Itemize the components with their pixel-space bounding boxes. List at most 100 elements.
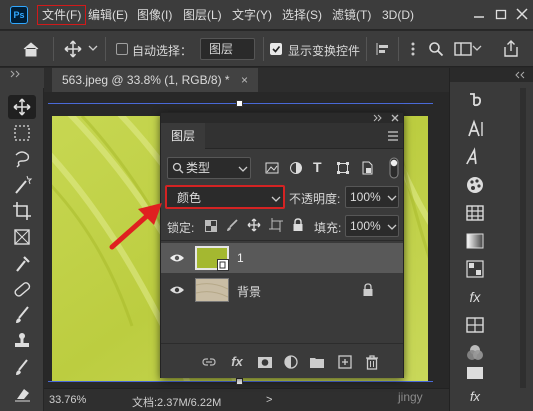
history-brush-tool[interactable]	[8, 355, 36, 379]
move-tool-icon[interactable]	[64, 40, 82, 58]
transform-handle-top[interactable]	[236, 100, 243, 107]
chevron-down-icon	[238, 166, 248, 172]
right-panel-strip: fx fx	[449, 68, 533, 411]
opacity-input[interactable]: 100%	[345, 186, 399, 208]
filter-adjustment-icon[interactable]	[289, 161, 303, 175]
filter-toggle[interactable]	[389, 157, 399, 179]
close-window-icon[interactable]	[515, 7, 529, 21]
transform-handle-bottom[interactable]	[236, 378, 243, 385]
eye-icon[interactable]	[169, 284, 185, 296]
share-icon[interactable]	[503, 40, 519, 58]
home-icon[interactable]	[22, 41, 40, 57]
filter-shape-icon[interactable]	[336, 161, 350, 175]
menu-image[interactable]: 图像(I)	[133, 5, 176, 25]
frame-tool[interactable]	[8, 225, 36, 249]
delete-layer-icon[interactable]	[364, 354, 380, 370]
patterns-icon[interactable]	[464, 258, 486, 280]
eye-icon[interactable]	[169, 252, 185, 264]
layer-name: 背景	[237, 285, 262, 299]
menu-layer[interactable]: 图层(L)	[179, 5, 226, 25]
adjustments-grid-icon[interactable]	[464, 314, 486, 336]
layer-thumbnail	[195, 278, 229, 302]
gradients-icon[interactable]	[464, 230, 486, 252]
marquee-tool[interactable]	[8, 121, 36, 145]
magic-wand-tool[interactable]	[8, 173, 36, 197]
eraser-tool[interactable]	[8, 381, 36, 405]
filter-pixel-icon[interactable]	[265, 161, 279, 175]
layer-name: 1	[237, 251, 244, 265]
menu-3d[interactable]: 3D(D)	[378, 5, 418, 25]
restore-icon[interactable]	[494, 7, 508, 21]
layer-filter-dropdown[interactable]: 类型	[167, 157, 251, 179]
crop-tool[interactable]	[8, 199, 36, 223]
brush-tool[interactable]	[8, 303, 36, 327]
menu-type[interactable]: 文字(Y)	[228, 5, 276, 25]
eyedropper-tool[interactable]	[8, 251, 36, 275]
fill-input[interactable]: 100%	[345, 215, 399, 237]
filter-smart-object-icon[interactable]	[360, 161, 374, 175]
chevron-down-icon	[271, 196, 281, 202]
layer-row-1[interactable]: 1	[161, 243, 403, 273]
close-tab-icon[interactable]: ×	[241, 73, 248, 87]
lock-artboard-icon[interactable]	[269, 218, 283, 232]
panel-scrollbar[interactable]	[520, 88, 526, 388]
search-icon[interactable]	[428, 41, 444, 57]
menu-file[interactable]: 文件(F)	[37, 5, 87, 25]
auto-select-target-dropdown[interactable]: 图层	[200, 38, 255, 60]
document-tab-title: 563.jpeg @ 33.8% (1, RGB/8) *	[62, 73, 230, 87]
auto-select-checkbox[interactable]	[116, 43, 128, 55]
link-layers-icon[interactable]	[201, 354, 217, 370]
collapse-toolbar-icon[interactable]	[10, 70, 22, 78]
new-layer-icon[interactable]	[337, 354, 353, 370]
add-mask-icon[interactable]	[257, 354, 273, 370]
lock-label: 锁定:	[167, 221, 195, 235]
collapse-panel-icon[interactable]	[373, 114, 383, 122]
lock-pixels-icon[interactable]	[225, 218, 239, 232]
auto-select-label: 自动选择：	[132, 44, 193, 58]
chevron-down-icon[interactable]	[88, 44, 98, 52]
grid-icon[interactable]	[464, 202, 486, 224]
adjustment-layer-icon[interactable]	[283, 354, 299, 370]
layers-panel: 图层 类型 T 颜色 不透明度: 100% 锁定: 填充: 100% 1 背景 …	[160, 112, 404, 378]
filter-type-icon[interactable]: T	[313, 159, 322, 175]
collapse-panels-icon[interactable]	[513, 71, 525, 79]
menu-edit[interactable]: 编辑(E)	[84, 5, 132, 25]
lock-all-icon[interactable]	[292, 218, 304, 232]
fx-icon[interactable]: fx	[229, 354, 245, 370]
zoom-level[interactable]: 33.76%	[49, 394, 86, 406]
chevron-down-icon[interactable]	[472, 44, 482, 52]
character-icon[interactable]	[464, 118, 486, 140]
healing-brush-tool[interactable]	[8, 277, 36, 301]
document-tab[interactable]: 563.jpeg @ 33.8% (1, RGB/8) * ×	[52, 68, 258, 92]
lock-transparent-icon[interactable]	[205, 220, 217, 232]
layers-tab[interactable]: 图层	[161, 123, 206, 149]
panel-menu-icon[interactable]	[387, 131, 399, 141]
close-panel-icon[interactable]	[391, 114, 399, 122]
stamp-tool[interactable]	[8, 329, 36, 353]
swatches-icon[interactable]	[464, 174, 486, 196]
align-left-icon[interactable]	[376, 42, 390, 56]
paragraph-icon[interactable]	[464, 146, 486, 168]
more-options-icon[interactable]	[409, 41, 417, 57]
channels-icon[interactable]	[464, 342, 486, 364]
fx-icon-bottom[interactable]: fx	[464, 386, 486, 408]
options-divider	[398, 37, 399, 61]
menu-filter[interactable]: 滤镜(T)	[328, 5, 375, 25]
layer-row-background[interactable]: 背景	[161, 275, 403, 305]
status-arrow-icon[interactable]: >	[266, 394, 272, 406]
minimize-icon[interactable]	[472, 7, 486, 21]
divider	[161, 240, 403, 241]
fx-icon[interactable]: fx	[464, 286, 486, 308]
new-group-icon[interactable]	[309, 354, 325, 370]
blend-mode-dropdown[interactable]: 颜色	[165, 185, 285, 209]
history-icon[interactable]	[464, 88, 486, 110]
lasso-tool[interactable]	[8, 147, 36, 171]
lock-position-icon[interactable]	[247, 218, 261, 232]
smart-object-badge-icon	[217, 259, 229, 271]
menu-select[interactable]: 选择(S)	[278, 5, 326, 25]
photoshop-logo: Ps	[10, 6, 28, 24]
show-transform-checkbox[interactable]	[270, 43, 282, 55]
workspace-icon[interactable]	[454, 41, 472, 57]
move-tool[interactable]	[8, 95, 36, 119]
layer-comps-icon[interactable]	[464, 364, 486, 386]
